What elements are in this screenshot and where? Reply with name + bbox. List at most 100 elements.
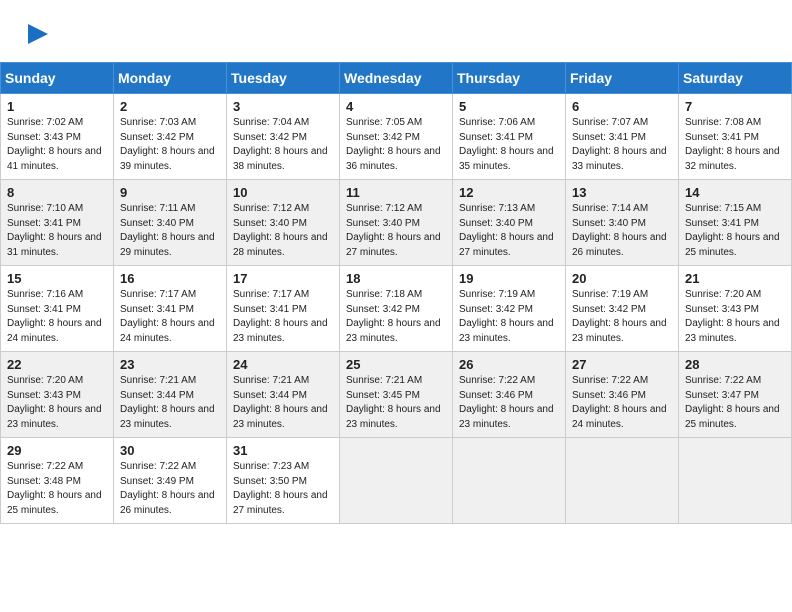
sunrise-text: Sunrise: 7:12 AM <box>346 202 447 217</box>
daylight-text: Daylight: 8 hours and 23 minutes. <box>459 403 560 432</box>
day-info: Sunrise: 7:07 AMSunset: 3:41 PMDaylight:… <box>572 116 673 174</box>
daylight-text: Daylight: 8 hours and 33 minutes. <box>572 145 673 174</box>
table-row: 7 Sunrise: 7:08 AMSunset: 3:41 PMDaylight… <box>679 94 792 180</box>
day-number: 31 <box>233 443 334 458</box>
col-thursday: Thursday <box>453 63 566 94</box>
table-row: 8Sunrise: 7:10 AMSunset: 3:41 PMDaylight… <box>1 180 114 266</box>
daylight-text: Daylight: 8 hours and 23 minutes. <box>459 317 560 346</box>
daylight-text: Daylight: 8 hours and 24 minutes. <box>120 317 221 346</box>
day-info: Sunrise: 7:22 AMSunset: 3:47 PMDaylight:… <box>685 374 786 432</box>
col-monday: Monday <box>114 63 227 94</box>
day-info: Sunrise: 7:17 AMSunset: 3:41 PMDaylight:… <box>233 288 334 346</box>
sunrise-text: Sunrise: 7:22 AM <box>7 460 108 475</box>
day-info: Sunrise: 7:10 AMSunset: 3:41 PMDaylight:… <box>7 202 108 260</box>
day-info: Sunrise: 7:03 AMSunset: 3:42 PMDaylight:… <box>120 116 221 174</box>
table-row: 16Sunrise: 7:17 AMSunset: 3:41 PMDayligh… <box>114 266 227 352</box>
day-info: Sunrise: 7:04 AMSunset: 3:42 PMDaylight:… <box>233 116 334 174</box>
sunrise-text: Sunrise: 7:06 AM <box>459 116 560 131</box>
sunrise-text: Sunrise: 7:12 AM <box>233 202 334 217</box>
table-row: 27Sunrise: 7:22 AMSunset: 3:46 PMDayligh… <box>566 352 679 438</box>
sunset-text: Sunset: 3:44 PM <box>233 389 334 404</box>
day-number: 13 <box>572 185 673 200</box>
day-info: Sunrise: 7:08 AMSunset: 3:41 PMDaylight:… <box>685 116 786 174</box>
daylight-text: Daylight: 8 hours and 31 minutes. <box>7 231 108 260</box>
sunset-text: Sunset: 3:40 PM <box>346 217 447 232</box>
sunset-text: Sunset: 3:50 PM <box>233 475 334 490</box>
table-row <box>340 438 453 524</box>
day-info: Sunrise: 7:11 AMSunset: 3:40 PMDaylight:… <box>120 202 221 260</box>
table-row: 21Sunrise: 7:20 AMSunset: 3:43 PMDayligh… <box>679 266 792 352</box>
table-row: 9Sunrise: 7:11 AMSunset: 3:40 PMDaylight… <box>114 180 227 266</box>
day-number: 23 <box>120 357 221 372</box>
day-info: Sunrise: 7:22 AMSunset: 3:46 PMDaylight:… <box>459 374 560 432</box>
sunrise-text: Sunrise: 7:15 AM <box>685 202 786 217</box>
sunset-text: Sunset: 3:42 PM <box>459 303 560 318</box>
day-info: Sunrise: 7:13 AMSunset: 3:40 PMDaylight:… <box>459 202 560 260</box>
sunset-text: Sunset: 3:43 PM <box>7 131 108 146</box>
sunset-text: Sunset: 3:42 PM <box>233 131 334 146</box>
day-info: Sunrise: 7:19 AMSunset: 3:42 PMDaylight:… <box>459 288 560 346</box>
col-saturday: Saturday <box>679 63 792 94</box>
daylight-text: Daylight: 8 hours and 23 minutes. <box>572 317 673 346</box>
day-info: Sunrise: 7:15 AMSunset: 3:41 PMDaylight:… <box>685 202 786 260</box>
sunset-text: Sunset: 3:48 PM <box>7 475 108 490</box>
day-number: 25 <box>346 357 447 372</box>
table-row: 10 Sunrise: 7:12 AMSunset: 3:40 PMDayligh… <box>227 180 340 266</box>
col-wednesday: Wednesday <box>340 63 453 94</box>
daylight-text: Daylight: 8 hours and 25 minutes. <box>685 403 786 432</box>
daylight-text: Daylight: 8 hours and 23 minutes. <box>346 317 447 346</box>
daylight-text: Daylight: 8 hours and 24 minutes. <box>7 317 108 346</box>
sunrise-text: Sunrise: 7:19 AM <box>459 288 560 303</box>
sunset-text: Sunset: 3:41 PM <box>233 303 334 318</box>
table-row: 30Sunrise: 7:22 AMSunset: 3:49 PMDayligh… <box>114 438 227 524</box>
daylight-text: Daylight: 8 hours and 39 minutes. <box>120 145 221 174</box>
sunrise-text: Sunrise: 7:20 AM <box>7 374 108 389</box>
table-row: 19Sunrise: 7:19 AMSunset: 3:42 PMDayligh… <box>453 266 566 352</box>
sunrise-text: Sunrise: 7:05 AM <box>346 116 447 131</box>
day-number: 11 <box>346 185 447 200</box>
day-number: 6 <box>572 99 673 114</box>
day-info: Sunrise: 7:14 AMSunset: 3:40 PMDaylight:… <box>572 202 673 260</box>
sunset-text: Sunset: 3:42 PM <box>346 131 447 146</box>
day-info: Sunrise: 7:22 AMSunset: 3:46 PMDaylight:… <box>572 374 673 432</box>
day-number: 17 <box>233 271 334 286</box>
table-row: 23Sunrise: 7:21 AMSunset: 3:44 PMDayligh… <box>114 352 227 438</box>
sunrise-text: Sunrise: 7:22 AM <box>120 460 221 475</box>
daylight-text: Daylight: 8 hours and 23 minutes. <box>346 403 447 432</box>
sunrise-text: Sunrise: 7:21 AM <box>346 374 447 389</box>
daylight-text: Daylight: 8 hours and 27 minutes. <box>346 231 447 260</box>
day-number: 28 <box>685 357 786 372</box>
table-row <box>453 438 566 524</box>
day-info: Sunrise: 7:22 AMSunset: 3:49 PMDaylight:… <box>120 460 221 518</box>
daylight-text: Daylight: 8 hours and 23 minutes. <box>233 317 334 346</box>
table-row <box>566 438 679 524</box>
table-row: 15Sunrise: 7:16 AMSunset: 3:41 PMDayligh… <box>1 266 114 352</box>
day-info: Sunrise: 7:18 AMSunset: 3:42 PMDaylight:… <box>346 288 447 346</box>
sunset-text: Sunset: 3:43 PM <box>7 389 108 404</box>
sunrise-text: Sunrise: 7:07 AM <box>572 116 673 131</box>
day-number: 16 <box>120 271 221 286</box>
sunrise-text: Sunrise: 7:11 AM <box>120 202 221 217</box>
table-row: 29Sunrise: 7:22 AMSunset: 3:48 PMDayligh… <box>1 438 114 524</box>
table-row: 20Sunrise: 7:19 AMSunset: 3:42 PMDayligh… <box>566 266 679 352</box>
table-row: 3Sunrise: 7:04 AMSunset: 3:42 PMDaylight… <box>227 94 340 180</box>
page-header <box>0 0 792 54</box>
daylight-text: Daylight: 8 hours and 24 minutes. <box>572 403 673 432</box>
col-friday: Friday <box>566 63 679 94</box>
sunrise-text: Sunrise: 7:21 AM <box>233 374 334 389</box>
day-number: 7 <box>685 99 786 114</box>
day-number: 10 <box>233 185 334 200</box>
sunset-text: Sunset: 3:49 PM <box>120 475 221 490</box>
day-info: Sunrise: 7:20 AMSunset: 3:43 PMDaylight:… <box>7 374 108 432</box>
sunset-text: Sunset: 3:41 PM <box>685 217 786 232</box>
day-info: Sunrise: 7:12 AMSunset: 3:40 PMDaylight:… <box>233 202 334 260</box>
sunrise-text: Sunrise: 7:17 AM <box>120 288 221 303</box>
daylight-text: Daylight: 8 hours and 35 minutes. <box>459 145 560 174</box>
day-info: Sunrise: 7:12 AMSunset: 3:40 PMDaylight:… <box>346 202 447 260</box>
sunrise-text: Sunrise: 7:03 AM <box>120 116 221 131</box>
sunrise-text: Sunrise: 7:14 AM <box>572 202 673 217</box>
table-row: 24Sunrise: 7:21 AMSunset: 3:44 PMDayligh… <box>227 352 340 438</box>
day-number: 15 <box>7 271 108 286</box>
sunset-text: Sunset: 3:40 PM <box>459 217 560 232</box>
day-number: 29 <box>7 443 108 458</box>
